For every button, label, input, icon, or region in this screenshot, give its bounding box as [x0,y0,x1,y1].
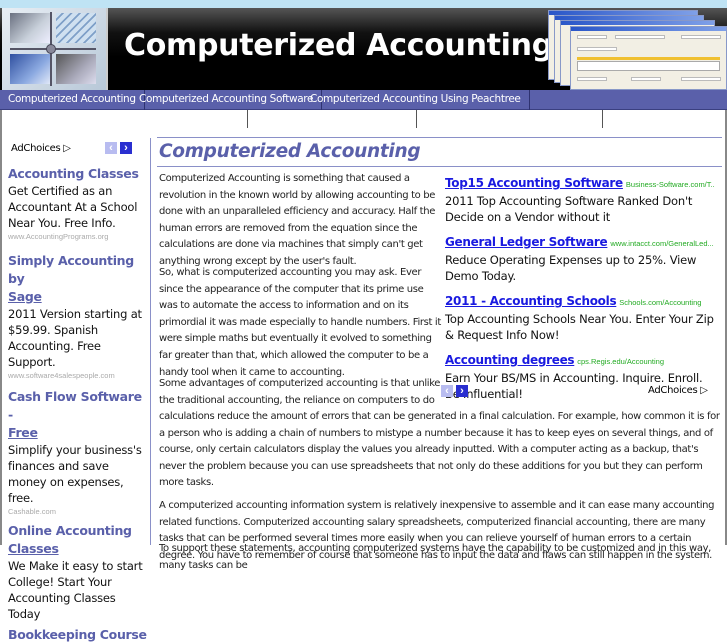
ad-description: Top Accounting Schools Near You. Enter Y… [445,312,714,342]
main-nav: Computerized Accounting Computerized Acc… [0,90,727,110]
ad-title[interactable]: Accounting degrees [445,353,575,367]
title-rule-bottom [157,166,722,167]
office-collage-image [2,8,108,90]
ad-title[interactable]: 2011 - Accounting Schools [445,294,617,308]
site-title: Computerized Accounting [124,28,553,63]
article-paragraph: Some advantages of computerized accounti… [159,378,441,406]
nav-item-accounting-peachtree[interactable]: Computerized Accounting Using Peachtree [302,90,530,110]
ad-item: Top15 Accounting Software Business-Softwa… [445,175,715,225]
chevron-left-icon[interactable]: ‹ [441,385,453,397]
nav-item-computerized-accounting[interactable]: Computerized Accounting [0,90,145,110]
sub-nav-divider [416,110,417,128]
ad-description: 2011 Top Accounting Software Ranked Don'… [445,194,693,224]
ad-item: Accounting Classes Get Certified as an A… [8,165,148,243]
ad-title[interactable]: Simply Accounting by Sage [8,252,148,306]
sub-nav-divider [247,110,248,128]
ad-title[interactable]: Top15 Accounting Software [445,176,623,190]
ad-description: Get Certified as an Accountant At a Scho… [8,184,138,230]
ad-item: Simply Accounting by Sage 2011 Version s… [8,252,148,382]
ad-description: We Make it easy to start College! Start … [8,559,143,621]
ad-url[interactable]: www.software4salespeople.com [8,370,148,382]
adchoices-triangle-icon: ▷ [63,143,71,154]
ad-url[interactable]: www.intacct.com/GeneralLed... [610,239,713,248]
ad-item: General Ledger Software www.intacct.com/G… [445,234,715,284]
ad-item: Bookkeeping Course [8,626,148,644]
article-paragraph: So, what is computerized accounting you … [159,267,441,378]
ad-url[interactable]: Business-Software.com/T.. [626,180,715,189]
ad-title[interactable]: General Ledger Software [445,235,608,249]
sub-nav-divider [602,110,603,128]
top-strip [0,0,727,8]
chevron-left-icon[interactable]: ‹ [105,142,117,154]
article-paragraph: To support these statements, accounting … [159,543,711,571]
ad-url[interactable]: cps.Regis.edu/Accounting [577,357,664,366]
right-ad-block: Top15 Accounting Software Business-Softwa… [445,175,715,411]
article-paragraph: calculations reduce the amount of errors… [159,411,720,489]
ad-item: 2011 - Accounting Schools Schools.com/Acc… [445,293,715,343]
ad-description: Simplify your business's finances and sa… [8,443,142,505]
ad-title[interactable]: Bookkeeping Course [8,626,148,644]
ad-url[interactable]: www.AccountingPrograms.org [8,231,148,243]
title-rule-top [157,137,722,138]
ad-title[interactable]: Cash Flow Software - Free [8,388,148,442]
chevron-right-icon[interactable]: › [120,142,132,154]
ad-item: Online Accounting Classes We Make it eas… [8,522,148,622]
page-title: Computerized Accounting [159,141,421,162]
ad-url[interactable]: Cashable.com [8,506,148,518]
left-ad-pager: ‹ › [105,142,132,154]
adchoices-triangle-icon: ▷ [700,385,708,396]
column-divider [150,138,151,545]
ad-description: 2011 Version starting at $59.99. Spanish… [8,307,142,369]
accounting-software-screenshot [548,10,727,90]
ad-title[interactable]: Online Accounting Classes [8,522,148,558]
nav-item-accounting-software[interactable]: Computerized Accounting Software [131,90,323,110]
adchoices-link[interactable]: AdChoices ▷ [648,385,708,396]
adchoices-link[interactable]: AdChoices ▷ [11,143,71,154]
ad-description: Reduce Operating Expenses up to 25%. Vie… [445,253,697,283]
article-paragraph: Computerized Accounting is something tha… [159,173,436,267]
left-ad-list: Accounting Classes Get Certified as an A… [8,165,148,644]
ad-url[interactable]: Schools.com/Accounting [619,298,701,307]
page-border-left [0,110,2,545]
site-header: Computerized Accounting [0,8,727,90]
ad-title[interactable]: Accounting Classes [8,165,148,183]
chevron-right-icon[interactable]: › [456,385,468,397]
ad-item: Cash Flow Software - Free Simplify your … [8,388,148,518]
right-ad-pager: ‹ › [441,385,468,397]
